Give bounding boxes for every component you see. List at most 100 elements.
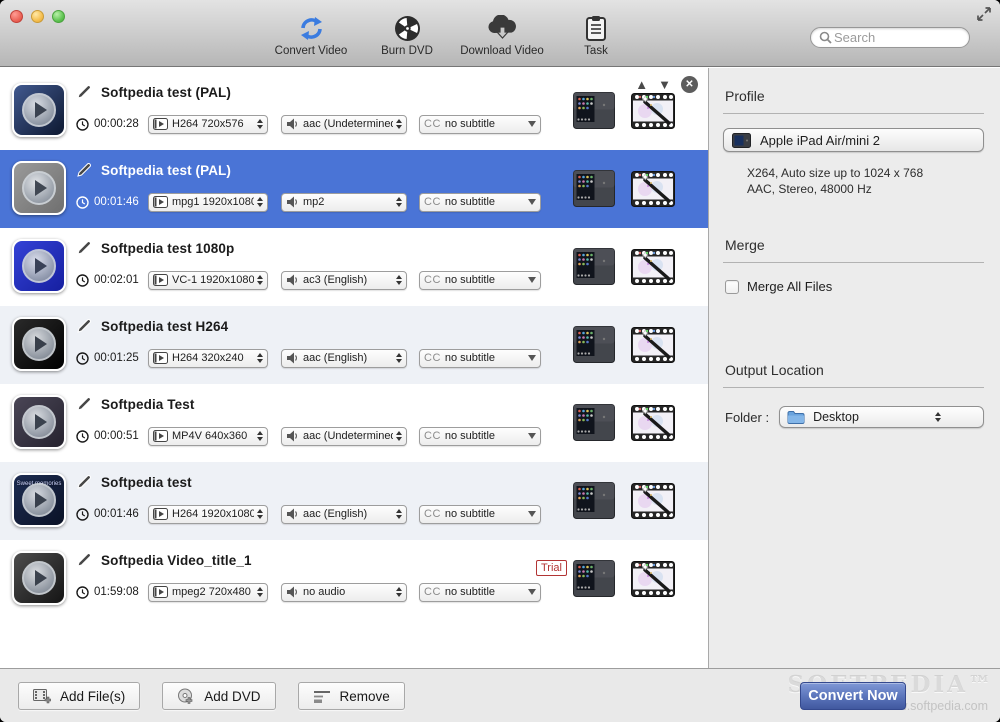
device-output-icon[interactable] (573, 482, 615, 524)
toolbar-download-video[interactable]: Download Video (450, 13, 554, 57)
video-format-icon (153, 196, 168, 208)
edit-effects-icon[interactable] (631, 561, 675, 602)
merge-heading: Merge (725, 237, 984, 253)
subtitle-select[interactable]: CC no subtitle (419, 349, 541, 368)
edit-effects-icon[interactable] (631, 249, 675, 290)
merge-all-checkbox[interactable] (725, 280, 739, 294)
play-icon (22, 93, 56, 127)
add-dvd-button[interactable]: Add DVD (162, 682, 275, 710)
edit-effects-icon[interactable] (631, 405, 675, 446)
edit-pencil-icon[interactable] (76, 396, 92, 412)
subtitle-label: no subtitle (445, 274, 524, 286)
file-row[interactable]: Softpedia test (PAL) 00:00:28 H264 720x5… (0, 72, 708, 150)
subtitle-select[interactable]: CC no subtitle (419, 427, 541, 446)
edit-pencil-icon[interactable] (76, 240, 92, 256)
thumbnail[interactable] (12, 317, 66, 371)
add-dvd-label: Add DVD (204, 689, 260, 704)
edit-effects-icon[interactable] (631, 483, 675, 524)
device-output-icon[interactable] (573, 404, 615, 446)
stepper-icon (257, 275, 263, 285)
close-window-button[interactable] (10, 10, 23, 23)
device-output-icon[interactable] (573, 326, 615, 368)
video-format-icon (153, 118, 168, 130)
audio-format-select[interactable]: ac3 (English) (281, 271, 407, 290)
traffic-lights (10, 10, 65, 23)
edit-pencil-icon[interactable] (76, 318, 92, 334)
subtitle-select[interactable]: CC no subtitle (419, 583, 541, 602)
subtitle-select[interactable]: CC no subtitle (419, 115, 541, 134)
profile-select-button[interactable]: Apple iPad Air/mini 2 (723, 128, 984, 152)
video-format-select[interactable]: H264 320x240 (148, 349, 268, 368)
audio-format-select[interactable]: mp2 (281, 193, 407, 212)
toolbar-task[interactable]: Task (544, 13, 648, 57)
video-format-select[interactable]: MP4V 640x360 (148, 427, 268, 446)
audio-format-select[interactable]: aac (Undetermined) (281, 427, 407, 446)
stepper-icon (396, 509, 402, 519)
thumbnail[interactable] (12, 239, 66, 293)
video-format-select[interactable]: H264 720x576 (148, 115, 268, 134)
video-format-icon (153, 586, 168, 598)
move-down-icon[interactable]: ▼ (658, 77, 671, 93)
file-title: Softpedia Test (101, 397, 194, 412)
audio-format-select[interactable]: aac (English) (281, 349, 407, 368)
thumbnail[interactable] (12, 83, 66, 137)
device-output-icon[interactable] (573, 92, 615, 134)
add-files-button[interactable]: Add File(s) (18, 682, 140, 710)
play-icon (22, 405, 56, 439)
add-file-icon (33, 688, 51, 704)
video-format-select[interactable]: H264 1920x1080 (148, 505, 268, 524)
output-folder-select[interactable]: Desktop (779, 406, 984, 428)
subtitle-label: no subtitle (445, 586, 524, 598)
zoom-window-button[interactable] (52, 10, 65, 23)
audio-format-select[interactable]: aac (English) (281, 505, 407, 524)
toolbar-burn-dvd[interactable]: Burn DVD (355, 13, 459, 57)
device-output-icon[interactable] (573, 170, 615, 212)
clear-list-icon[interactable]: ✕ (681, 76, 698, 93)
video-format-icon (153, 352, 168, 364)
device-output-icon[interactable] (573, 560, 615, 602)
edit-pencil-icon[interactable] (76, 84, 92, 100)
right-panel: Profile Apple iPad Air/mini 2 X264, Auto… (708, 68, 1000, 668)
folder-label: Folder : (725, 410, 769, 425)
edit-effects-icon[interactable] (631, 171, 675, 212)
search-input[interactable] (832, 29, 952, 46)
fullscreen-icon[interactable] (976, 6, 992, 22)
thumbnail[interactable] (12, 551, 66, 605)
file-row[interactable]: Softpedia test 1080p 00:02:01 VC-1 1920x… (0, 228, 708, 306)
convert-now-button[interactable]: Convert Now (800, 682, 906, 710)
chevron-down-icon (528, 511, 536, 517)
remove-button[interactable]: Remove (298, 682, 405, 710)
file-row[interactable]: Sweet memories Softpedia test 00:01:46 (0, 462, 708, 540)
file-row[interactable]: Softpedia Test 00:00:51 MP4V 640x360 (0, 384, 708, 462)
video-format-select[interactable]: mpeg2 720x480 (148, 583, 268, 602)
video-format-select[interactable]: mpg1 1920x1080 (148, 193, 268, 212)
minimize-window-button[interactable] (31, 10, 44, 23)
chevron-down-icon (528, 199, 536, 205)
video-format-select[interactable]: VC-1 1920x1080 (148, 271, 268, 290)
file-title: Softpedia test (PAL) (101, 163, 231, 178)
edit-pencil-icon[interactable] (76, 162, 92, 178)
audio-format-select[interactable]: no audio (281, 583, 407, 602)
search-field[interactable] (810, 27, 970, 48)
thumbnail[interactable] (12, 395, 66, 449)
audio-format-select[interactable]: aac (Undetermined) (281, 115, 407, 134)
thumbnail[interactable]: Sweet memories (12, 473, 66, 527)
divider (723, 113, 984, 114)
thumbnail[interactable] (12, 161, 66, 215)
file-row[interactable]: Softpedia Video_title_1 01:59:08 mpeg2 7… (0, 540, 708, 618)
file-row[interactable]: Softpedia test (PAL) 00:01:46 mpg1 1920x… (0, 150, 708, 228)
edit-effects-icon[interactable] (631, 327, 675, 368)
edit-effects-icon[interactable] (631, 93, 675, 134)
app-window: Convert Video Burn DVD (0, 0, 1000, 722)
edit-pencil-icon[interactable] (76, 552, 92, 568)
toolbar-convert-video[interactable]: Convert Video (259, 13, 363, 57)
move-up-icon[interactable]: ▲ (635, 77, 648, 93)
edit-pencil-icon[interactable] (76, 474, 92, 490)
device-output-icon[interactable] (573, 248, 615, 290)
file-row[interactable]: Softpedia test H264 00:01:25 H264 320x24… (0, 306, 708, 384)
subtitle-select[interactable]: CC no subtitle (419, 271, 541, 290)
audio-format-icon (286, 196, 299, 208)
toolbar-burn-dvd-label: Burn DVD (355, 45, 459, 57)
subtitle-select[interactable]: CC no subtitle (419, 505, 541, 524)
subtitle-select[interactable]: CC no subtitle (419, 193, 541, 212)
